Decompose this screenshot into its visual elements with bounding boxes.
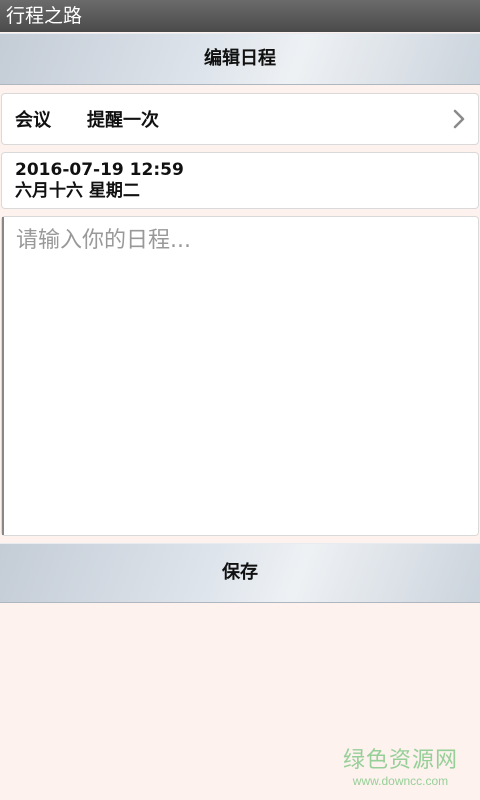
schedule-text-card <box>1 216 479 536</box>
schedule-type-label: 会议 <box>15 110 51 131</box>
save-button[interactable]: 保存 <box>0 543 480 603</box>
page-header: 编辑日程 <box>0 33 480 85</box>
watermark-logo: 绿色资源网 www.downcc.com <box>343 748 458 788</box>
schedule-datetime: 2016-07-19 12:59 <box>15 160 184 180</box>
watermark-url: www.downcc.com <box>352 774 449 788</box>
reminder-frequency-label: 提醒一次 <box>87 110 159 131</box>
watermark-title: 绿色资源网 <box>342 748 458 773</box>
lunar-date-weekday: 六月十六 星期二 <box>15 181 140 201</box>
save-button-label: 保存 <box>222 562 258 583</box>
app-title: 行程之路 <box>6 5 83 27</box>
schedule-input[interactable] <box>2 217 478 535</box>
page-title: 编辑日程 <box>204 48 276 69</box>
reminder-settings-row[interactable]: 会议 提醒一次 <box>1 93 479 145</box>
app-title-bar: 行程之路 <box>0 0 480 32</box>
chevron-right-icon <box>452 108 466 130</box>
datetime-card[interactable]: 2016-07-19 12:59 六月十六 星期二 <box>1 152 479 209</box>
